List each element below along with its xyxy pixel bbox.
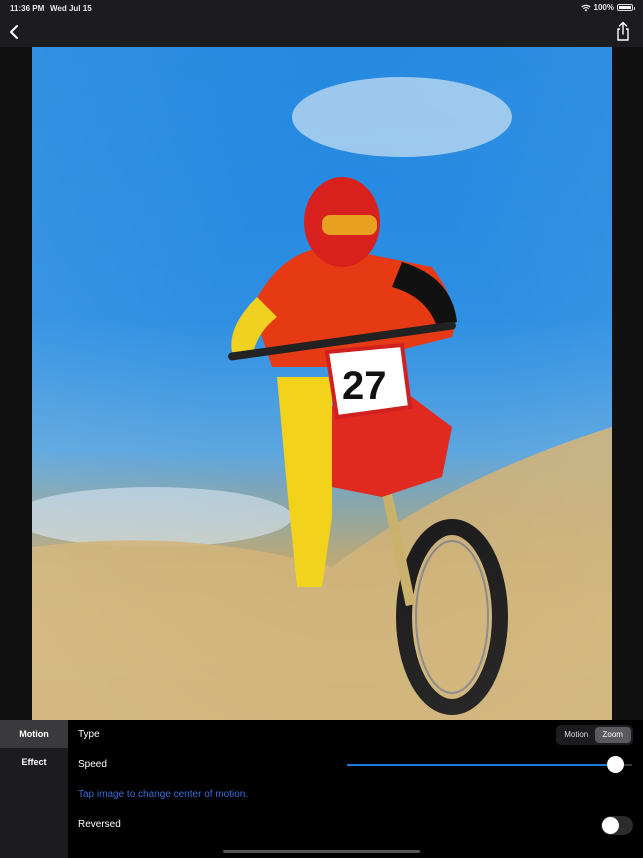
back-button[interactable] bbox=[6, 22, 26, 42]
status-date: Wed Jul 15 bbox=[50, 4, 92, 13]
type-option-motion[interactable]: Motion bbox=[558, 727, 595, 743]
speed-slider[interactable] bbox=[347, 756, 632, 773]
sidebar-tabs: Motion Effect bbox=[0, 720, 68, 858]
blur-overlay bbox=[32, 47, 612, 720]
type-label: Type bbox=[78, 729, 100, 740]
settings-panel: Motion Effect Type Motion Zoom Speed Tap… bbox=[0, 720, 643, 858]
battery-icon bbox=[617, 4, 635, 11]
photo[interactable]: 27 bbox=[32, 47, 612, 720]
toggle-knob bbox=[602, 817, 619, 834]
speed-slider-fill bbox=[347, 764, 615, 766]
home-indicator bbox=[223, 850, 420, 853]
share-icon bbox=[617, 21, 629, 41]
nav-bar bbox=[0, 17, 643, 47]
type-option-zoom[interactable]: Zoom bbox=[594, 727, 631, 743]
reversed-toggle[interactable] bbox=[601, 816, 633, 835]
image-canvas: 27 bbox=[0, 47, 643, 720]
speed-label: Speed bbox=[78, 759, 107, 770]
status-right: 100% bbox=[580, 3, 635, 12]
chevron-left-icon bbox=[10, 25, 18, 39]
battery-percent: 100% bbox=[593, 3, 614, 12]
speed-slider-thumb[interactable] bbox=[606, 756, 624, 773]
wifi-icon bbox=[580, 4, 591, 11]
tab-motion[interactable]: Motion bbox=[0, 720, 68, 748]
type-segmented-control: Motion Zoom bbox=[556, 725, 633, 745]
status-time: 11:36 PM bbox=[10, 4, 45, 13]
status-bar: 11:36 PM Wed Jul 15 100% bbox=[0, 0, 643, 17]
photo-illustration: 27 bbox=[32, 47, 612, 720]
reversed-label: Reversed bbox=[78, 819, 121, 830]
share-button[interactable] bbox=[613, 20, 633, 42]
tab-effect[interactable]: Effect bbox=[0, 748, 68, 776]
center-hint: Tap image to change center of motion. bbox=[78, 789, 249, 800]
